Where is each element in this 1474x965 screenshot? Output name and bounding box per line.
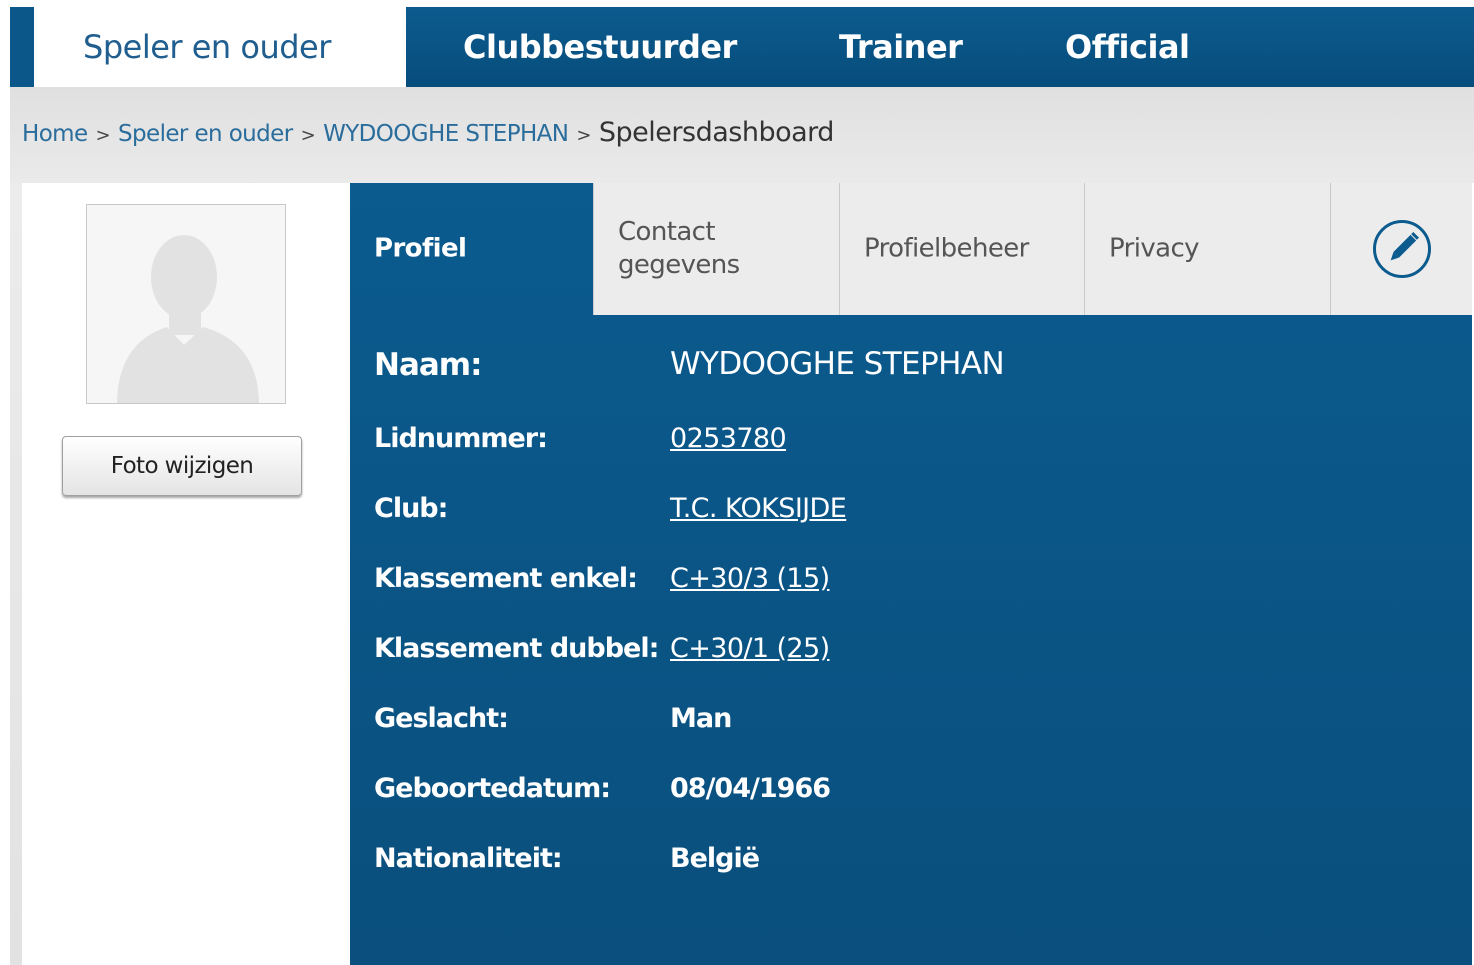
breadcrumb: Home > Speler en ouder > WYDOOGHE STEPHAN > Sp… xyxy=(22,117,834,148)
top-navigation: Speler en ouder Clubbestuurder Trainer O… xyxy=(10,7,1474,87)
tab-profielbeheer-label: Profielbeheer xyxy=(864,233,1029,264)
breadcrumb-person[interactable]: WYDOOGHE STEPHAN xyxy=(323,121,569,147)
geboortedatum-value: 08/04/1966 xyxy=(670,773,831,804)
edit-profile-tab[interactable] xyxy=(1330,183,1472,315)
club-link[interactable]: T.C. KOKSIJDE xyxy=(670,493,847,524)
breadcrumb-home[interactable]: Home xyxy=(22,121,88,147)
breadcrumb-separator: > xyxy=(95,125,111,146)
klassement-dubbel-link[interactable]: C+30/1 (25) xyxy=(670,633,830,664)
profile-main-panel: Profiel Contact gegevens Profielbeheer P… xyxy=(350,183,1472,965)
lidnummer-link[interactable]: 0253780 xyxy=(670,423,787,454)
klassement-enkel-label: Klassement enkel: xyxy=(374,563,638,594)
nav-official[interactable]: Official xyxy=(1065,7,1190,87)
pencil-icon[interactable] xyxy=(1373,220,1431,278)
nav-official-label: Official xyxy=(1065,28,1190,66)
nationaliteit-value: België xyxy=(670,843,760,874)
lidnummer-label: Lidnummer: xyxy=(374,423,548,454)
nav-clubbestuurder-label: Clubbestuurder xyxy=(463,28,737,66)
geslacht-label: Geslacht: xyxy=(374,703,509,734)
tab-contact-gegevens[interactable]: Contact gegevens xyxy=(593,183,839,315)
naam-label: Naam: xyxy=(374,347,482,383)
left-gutter xyxy=(10,183,22,965)
nav-trainer-label: Trainer xyxy=(839,28,963,66)
tab-profiel-label: Profiel xyxy=(374,233,467,264)
breadcrumb-bar: Home > Speler en ouder > WYDOOGHE STEPHAN > Sp… xyxy=(10,87,1474,183)
profile-photo-panel: Foto wijzigen xyxy=(22,183,350,965)
klassement-enkel-link[interactable]: C+30/3 (15) xyxy=(670,563,830,594)
tab-contact-line2: gegevens xyxy=(618,250,740,280)
change-photo-button[interactable]: Foto wijzigen xyxy=(62,436,302,496)
naam-value: WYDOOGHE STEPHAN xyxy=(670,346,1005,382)
geslacht-value: Man xyxy=(670,703,732,734)
club-label: Club: xyxy=(374,493,448,524)
tab-privacy[interactable]: Privacy xyxy=(1084,183,1330,315)
tab-privacy-label: Privacy xyxy=(1109,233,1200,264)
breadcrumb-separator: > xyxy=(300,125,316,146)
avatar xyxy=(86,204,286,404)
breadcrumb-current: Spelersdashboard xyxy=(598,117,835,148)
tab-profiel[interactable]: Profiel xyxy=(350,183,593,315)
avatar-silhouette-icon xyxy=(117,235,259,403)
tab-profielbeheer[interactable]: Profielbeheer xyxy=(839,183,1084,315)
nav-speler-en-ouder[interactable]: Speler en ouder xyxy=(10,7,406,87)
nav-trainer[interactable]: Trainer xyxy=(839,7,963,87)
klassement-dubbel-label: Klassement dubbel: xyxy=(374,633,659,664)
nav-speler-en-ouder-label: Speler en ouder xyxy=(83,28,331,66)
tab-contact-line1: Contact xyxy=(618,217,716,247)
nationaliteit-label: Nationaliteit: xyxy=(374,843,563,874)
breadcrumb-separator: > xyxy=(576,125,591,146)
geboortedatum-label: Geboortedatum: xyxy=(374,773,611,804)
tab-contact-gegevens-label: Contact gegevens xyxy=(618,216,740,282)
nav-clubbestuurder[interactable]: Clubbestuurder xyxy=(463,7,737,87)
breadcrumb-speler-en-ouder[interactable]: Speler en ouder xyxy=(118,121,293,147)
